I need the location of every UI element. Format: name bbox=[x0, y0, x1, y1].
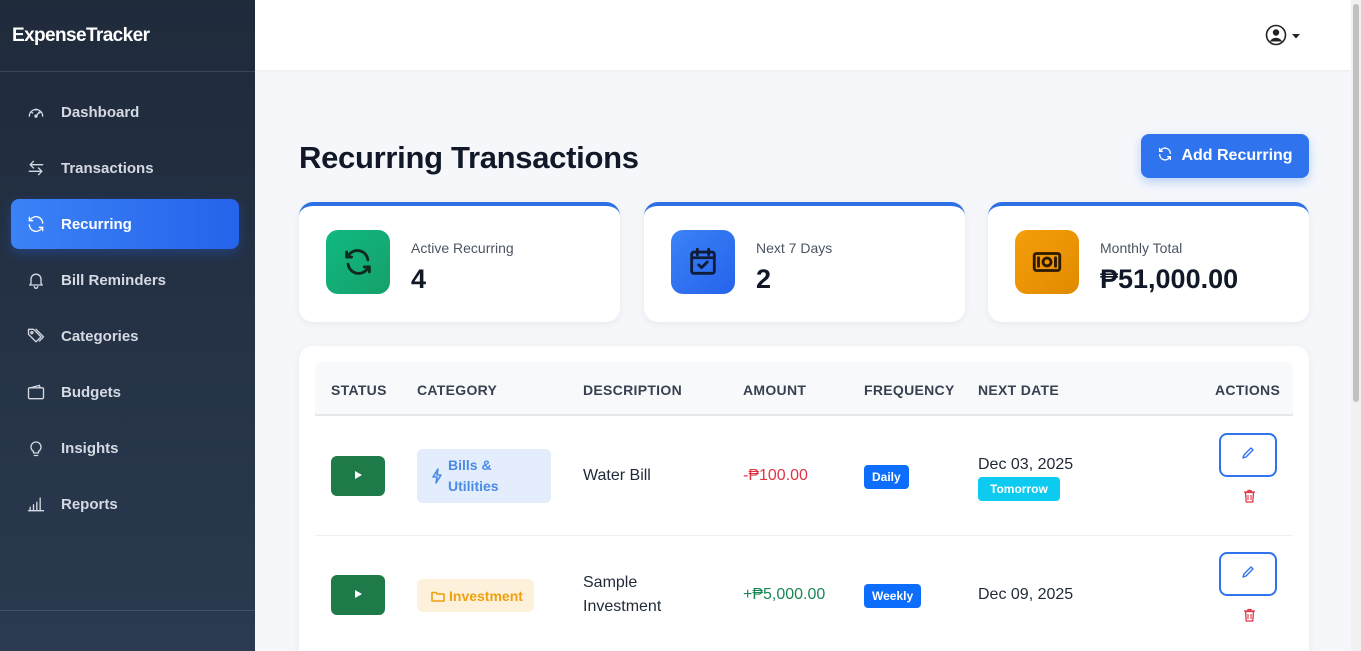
category-label: Investment bbox=[449, 587, 523, 604]
add-recurring-button[interactable]: Add Recurring bbox=[1141, 134, 1309, 178]
stat-card-monthly-total: Monthly Total ₱51,000.00 bbox=[988, 202, 1309, 322]
column-header-next-date: NEXT DATE bbox=[978, 382, 1059, 398]
cash-icon bbox=[1015, 230, 1079, 294]
stat-label: Active Recurring bbox=[411, 240, 514, 256]
stat-card-active-recurring: Active Recurring 4 bbox=[299, 202, 620, 322]
column-header-amount: AMOUNT bbox=[743, 382, 807, 398]
play-icon bbox=[353, 586, 363, 604]
category-label: Bills & bbox=[448, 457, 492, 473]
user-circle-icon bbox=[1265, 24, 1289, 48]
amount-text: -₱100.00 bbox=[743, 467, 808, 484]
table-header: STATUS CATEGORY DESCRIPTION AMOUNT FREQU… bbox=[315, 362, 1293, 416]
sidebar-nav: Dashboard Transactions Recurring Bill Re… bbox=[0, 72, 255, 529]
tags-icon bbox=[25, 325, 47, 347]
refresh-icon bbox=[1157, 146, 1173, 167]
stat-label: Next 7 Days bbox=[756, 240, 833, 256]
gauge-icon bbox=[25, 101, 47, 123]
refresh-icon bbox=[326, 230, 390, 294]
category-badge: Bills & Utilities bbox=[417, 449, 551, 503]
sidebar-divider bbox=[0, 610, 255, 611]
column-header-category: CATEGORY bbox=[417, 382, 498, 398]
sidebar-item-recurring[interactable]: Recurring bbox=[11, 199, 239, 249]
top-bar bbox=[255, 0, 1351, 70]
delete-button[interactable] bbox=[1241, 608, 1257, 627]
amount-text: +₱5,000.00 bbox=[743, 586, 826, 603]
description-text: Water Bill bbox=[583, 467, 651, 484]
play-icon bbox=[353, 467, 363, 485]
frequency-badge: Daily bbox=[864, 465, 909, 489]
sidebar-item-label: Transactions bbox=[61, 159, 154, 177]
edit-button[interactable] bbox=[1219, 433, 1277, 477]
sidebar-item-label: Insights bbox=[61, 439, 119, 457]
description-line: Sample bbox=[583, 574, 638, 591]
sidebar-item-label: Bill Reminders bbox=[61, 271, 167, 289]
pause-resume-button[interactable] bbox=[331, 575, 385, 615]
stat-card-next-7-days: Next 7 Days 2 bbox=[644, 202, 965, 322]
edit-button[interactable] bbox=[1219, 552, 1277, 596]
stat-value: 4 bbox=[411, 264, 427, 294]
pause-resume-button[interactable] bbox=[331, 456, 385, 496]
page-scrollbar[interactable] bbox=[1351, 0, 1361, 651]
wallet-icon bbox=[25, 381, 47, 403]
sidebar-item-budgets[interactable]: Budgets bbox=[11, 367, 239, 417]
stat-label: Monthly Total bbox=[1100, 240, 1183, 256]
page-title: Recurring Transactions bbox=[299, 140, 639, 175]
sidebar-item-label: Dashboard bbox=[61, 103, 140, 121]
arrows-exchange-icon bbox=[25, 157, 47, 179]
table-row: Investment Sample Investment +₱5,000.00 … bbox=[315, 536, 1293, 651]
lightning-icon bbox=[431, 468, 443, 484]
delete-button[interactable] bbox=[1241, 489, 1257, 508]
recurring-table: STATUS CATEGORY DESCRIPTION AMOUNT FREQU… bbox=[299, 346, 1309, 651]
category-badge: Investment bbox=[417, 579, 534, 612]
sidebar-item-label: Budgets bbox=[61, 383, 121, 401]
column-header-status: STATUS bbox=[331, 382, 387, 398]
description-text: Sample Investment bbox=[583, 571, 661, 619]
add-recurring-label: Add Recurring bbox=[1181, 147, 1293, 164]
due-soon-badge: Tomorrow bbox=[978, 477, 1060, 501]
table-row: Bills & Utilities Water Bill -₱100.00 Da… bbox=[315, 417, 1293, 536]
sidebar-item-transactions[interactable]: Transactions bbox=[11, 143, 239, 193]
calendar-check-icon bbox=[671, 230, 735, 294]
user-menu-dropdown[interactable] bbox=[1265, 24, 1301, 48]
pencil-icon bbox=[1241, 565, 1255, 584]
refresh-icon bbox=[25, 213, 47, 235]
next-date-text: Dec 09, 2025 bbox=[978, 586, 1074, 603]
sidebar-item-categories[interactable]: Categories bbox=[11, 311, 239, 361]
trash-icon bbox=[1243, 489, 1256, 508]
chevron-down-icon bbox=[1291, 32, 1301, 40]
column-header-description: DESCRIPTION bbox=[583, 382, 682, 398]
sidebar-item-dashboard[interactable]: Dashboard bbox=[11, 87, 239, 137]
lightbulb-icon bbox=[25, 437, 47, 459]
category-label: Utilities bbox=[448, 478, 499, 494]
sidebar-item-label: Categories bbox=[61, 327, 139, 345]
sidebar-item-reports[interactable]: Reports bbox=[11, 479, 239, 529]
column-header-frequency: FREQUENCY bbox=[864, 382, 955, 398]
sidebar-item-bill-reminders[interactable]: Bill Reminders bbox=[11, 255, 239, 305]
scrollbar-thumb[interactable] bbox=[1353, 4, 1359, 402]
bell-icon bbox=[25, 269, 47, 291]
stat-value: 2 bbox=[756, 264, 772, 294]
frequency-badge: Weekly bbox=[864, 584, 922, 608]
stat-value: ₱51,000.00 bbox=[1100, 264, 1239, 294]
sidebar-item-label: Reports bbox=[61, 495, 118, 513]
pencil-icon bbox=[1241, 446, 1255, 465]
bar-chart-icon bbox=[25, 493, 47, 515]
sidebar-item-insights[interactable]: Insights bbox=[11, 423, 239, 473]
folder-icon bbox=[431, 590, 445, 602]
description-line: Investment bbox=[583, 598, 662, 615]
sidebar: ExpenseTracker Dashboard Transactions Re… bbox=[0, 0, 255, 651]
trash-icon bbox=[1243, 608, 1256, 627]
app-brand[interactable]: ExpenseTracker bbox=[0, 0, 255, 72]
sidebar-item-label: Recurring bbox=[61, 215, 132, 233]
next-date-text: Dec 03, 2025 bbox=[978, 456, 1074, 473]
column-header-actions: ACTIONS bbox=[1215, 382, 1281, 398]
